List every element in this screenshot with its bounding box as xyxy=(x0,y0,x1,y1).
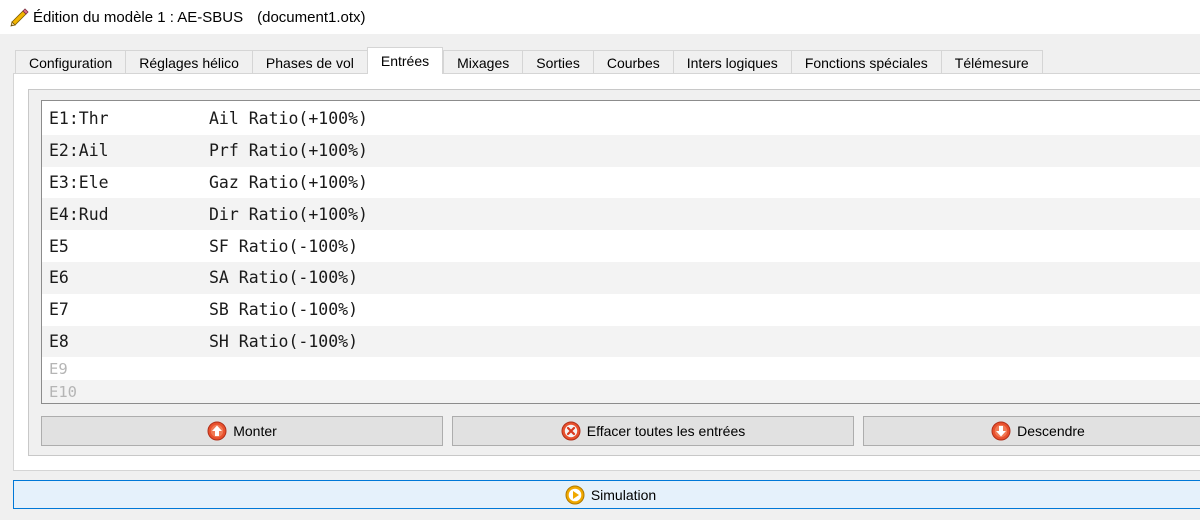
tab-fonctions-speciales[interactable]: Fonctions spéciales xyxy=(790,50,941,74)
tab-entrees[interactable]: Entrées xyxy=(366,47,444,74)
pencil-icon xyxy=(10,8,29,27)
list-item[interactable]: E1:Thr Ail Ratio(+100%) xyxy=(42,103,1200,135)
input-name: E5 xyxy=(49,236,69,256)
document-name: (document1.otx) xyxy=(257,8,366,26)
list-item[interactable]: E7 SB Ratio(-100%) xyxy=(42,294,1200,326)
arrow-up-circle-icon xyxy=(207,421,227,441)
input-name: E2:Ail xyxy=(49,141,109,161)
list-item[interactable]: E8 SH Ratio(-100%) xyxy=(42,325,1200,358)
input-name: E7 xyxy=(49,300,69,320)
input-name: E3:Ele xyxy=(49,172,109,192)
move-up-label: Monter xyxy=(233,423,277,439)
tab-reglages-helico[interactable]: Réglages hélico xyxy=(125,50,252,74)
list-item[interactable]: E6 SA Ratio(-100%) xyxy=(42,261,1200,294)
input-value: SF Ratio(-100%) xyxy=(209,236,359,256)
list-item[interactable]: E9 xyxy=(42,357,1200,380)
inputs-group: E1:Thr Ail Ratio(+100%) E2:Ail Prf Ratio… xyxy=(28,89,1200,456)
move-down-label: Descendre xyxy=(1017,423,1085,439)
clear-all-inputs-button[interactable]: Effacer toutes les entrées xyxy=(452,416,854,446)
x-circle-icon xyxy=(561,421,581,441)
list-item[interactable]: E4:Rud Dir Ratio(+100%) xyxy=(42,198,1200,231)
tab-mixages[interactable]: Mixages xyxy=(443,50,523,74)
list-item[interactable]: E10 xyxy=(42,380,1200,403)
tab-inters-logiques[interactable]: Inters logiques xyxy=(672,50,791,74)
input-value: Dir Ratio(+100%) xyxy=(209,204,368,224)
input-name: E1:Thr xyxy=(49,109,109,129)
list-item[interactable]: E5 SF Ratio(-100%) xyxy=(42,230,1200,262)
input-value: Ail Ratio(+100%) xyxy=(209,109,368,129)
input-name: E8 xyxy=(49,331,69,351)
input-value: Prf Ratio(+100%) xyxy=(209,141,368,161)
tab-panel: E1:Thr Ail Ratio(+100%) E2:Ail Prf Ratio… xyxy=(13,73,1200,471)
arrow-down-circle-icon xyxy=(991,421,1011,441)
play-circle-icon xyxy=(565,485,585,504)
input-name: E4:Rud xyxy=(49,204,109,224)
simulation-button[interactable]: Simulation xyxy=(13,480,1200,509)
tab-phases-de-vol[interactable]: Phases de vol xyxy=(251,50,367,74)
tab-courbes[interactable]: Courbes xyxy=(592,50,673,74)
clear-all-label: Effacer toutes les entrées xyxy=(586,423,746,439)
input-value: SA Ratio(-100%) xyxy=(209,268,359,288)
tab-configuration[interactable]: Configuration xyxy=(15,50,126,74)
input-name: E10 xyxy=(49,382,77,401)
title-bar: Édition du modèle 1 : AE-SBUS (document1… xyxy=(0,0,1200,34)
move-up-button[interactable]: Monter xyxy=(41,416,443,446)
move-down-button[interactable]: Descendre xyxy=(863,416,1200,446)
simulation-label: Simulation xyxy=(590,486,657,503)
list-item[interactable]: E3:Ele Gaz Ratio(+100%) xyxy=(42,167,1200,199)
input-name: E9 xyxy=(49,359,68,378)
tab-sorties[interactable]: Sorties xyxy=(522,50,593,74)
list-item[interactable]: E2:Ail Prf Ratio(+100%) xyxy=(42,134,1200,167)
tab-bar: Configuration Réglages hélico Phases de … xyxy=(15,47,1043,74)
input-value: SB Ratio(-100%) xyxy=(209,300,359,320)
input-value: Gaz Ratio(+100%) xyxy=(209,172,368,192)
input-value: SH Ratio(-100%) xyxy=(209,331,359,351)
input-name: E6 xyxy=(49,268,69,288)
tab-telemesure[interactable]: Télémesure xyxy=(940,50,1043,74)
inputs-list[interactable]: E1:Thr Ail Ratio(+100%) E2:Ail Prf Ratio… xyxy=(41,100,1200,404)
window-title: Édition du modèle 1 : AE-SBUS xyxy=(33,8,244,26)
